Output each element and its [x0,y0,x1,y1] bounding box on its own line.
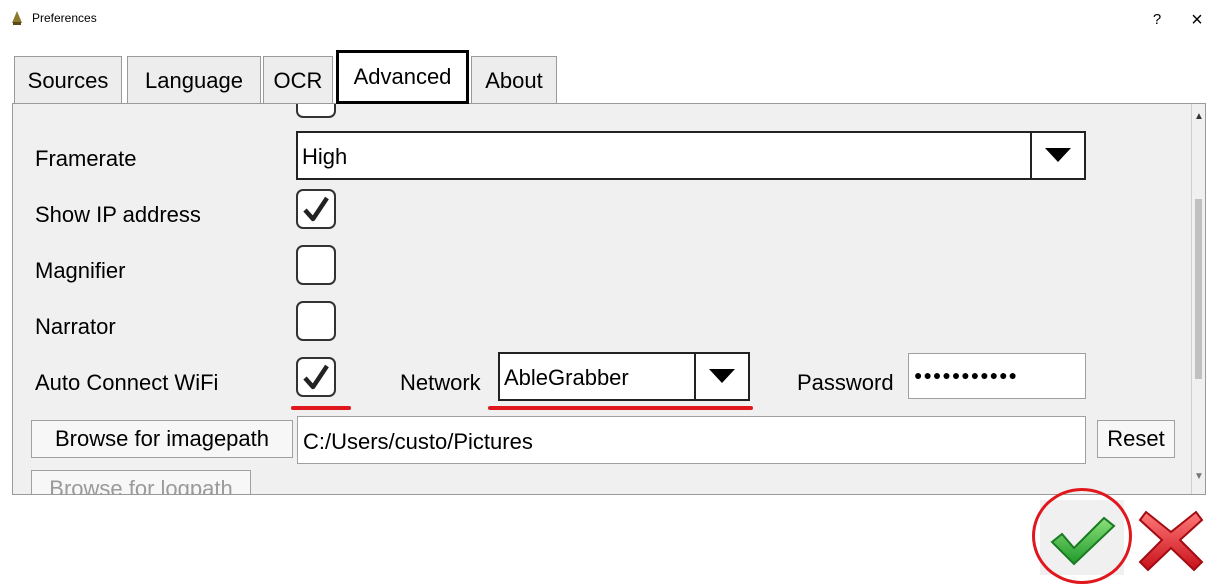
tab-ocr[interactable]: OCR [263,56,333,104]
tab-advanced[interactable]: Advanced [336,50,469,104]
auto-connect-wifi-checkbox[interactable] [296,357,336,397]
browse-imagepath-button[interactable]: Browse for imagepath [31,420,293,458]
scroll-thumb[interactable] [1195,199,1202,379]
tab-about[interactable]: About [471,56,557,104]
window-title: Preferences [32,11,97,25]
browse-logpath-button[interactable]: Browse for logpath [31,470,251,494]
panel-content: Framerate High Show IP address Magnifier… [13,104,1189,494]
network-value: AbleGrabber [504,365,629,390]
framerate-label: Framerate [35,146,137,171]
partial-checkbox[interactable] [296,104,336,118]
tab-label: Advanced [353,64,452,89]
dropdown-arrow-icon[interactable] [694,354,748,399]
tab-label: About [485,67,543,93]
network-label: Network [400,370,481,395]
magnifier-checkbox[interactable] [296,245,336,285]
show-ip-label: Show IP address [35,202,201,227]
show-ip-checkbox[interactable] [296,189,336,229]
auto-connect-wifi-label: Auto Connect WiFi [35,370,219,395]
annotation-circle [1032,488,1132,584]
title-bar: Preferences ? × [0,0,1218,38]
checkmark-icon [303,364,329,390]
annotation-underline [488,406,753,410]
scroll-up-icon[interactable]: ▲ [1192,108,1205,126]
network-dropdown[interactable]: AbleGrabber [498,352,750,401]
magnifier-label: Magnifier [35,258,126,283]
help-button[interactable]: ? [1145,8,1169,32]
cancel-button[interactable] [1128,500,1212,575]
framerate-value: High [302,144,348,169]
narrator-checkbox[interactable] [296,301,336,341]
close-button[interactable]: × [1185,8,1209,32]
dropdown-arrow-icon[interactable] [1030,133,1084,178]
framerate-dropdown[interactable]: High [296,131,1086,180]
password-field[interactable]: ●●●●●●●●●●● [908,353,1086,399]
checkmark-icon [303,196,329,222]
reset-button[interactable]: Reset [1097,420,1175,458]
advanced-settings-panel: Framerate High Show IP address Magnifier… [12,103,1206,495]
tab-sources[interactable]: Sources [14,56,122,104]
tab-label: Language [145,67,243,93]
imagepath-field[interactable]: C:/Users/custo/Pictures [297,416,1086,464]
password-value: ●●●●●●●●●●● [914,367,1019,383]
scroll-down-icon[interactable]: ▼ [1192,468,1205,486]
red-x-icon [1138,510,1204,572]
vertical-scrollbar[interactable]: ▲ ▼ [1191,104,1205,494]
tab-language[interactable]: Language [127,56,261,104]
app-icon [12,11,22,25]
tab-label: OCR [273,67,323,93]
annotation-underline [291,406,351,410]
imagepath-value: C:/Users/custo/Pictures [303,429,533,454]
tab-label: Sources [27,67,109,93]
password-label: Password [797,370,894,395]
narrator-label: Narrator [35,314,116,339]
